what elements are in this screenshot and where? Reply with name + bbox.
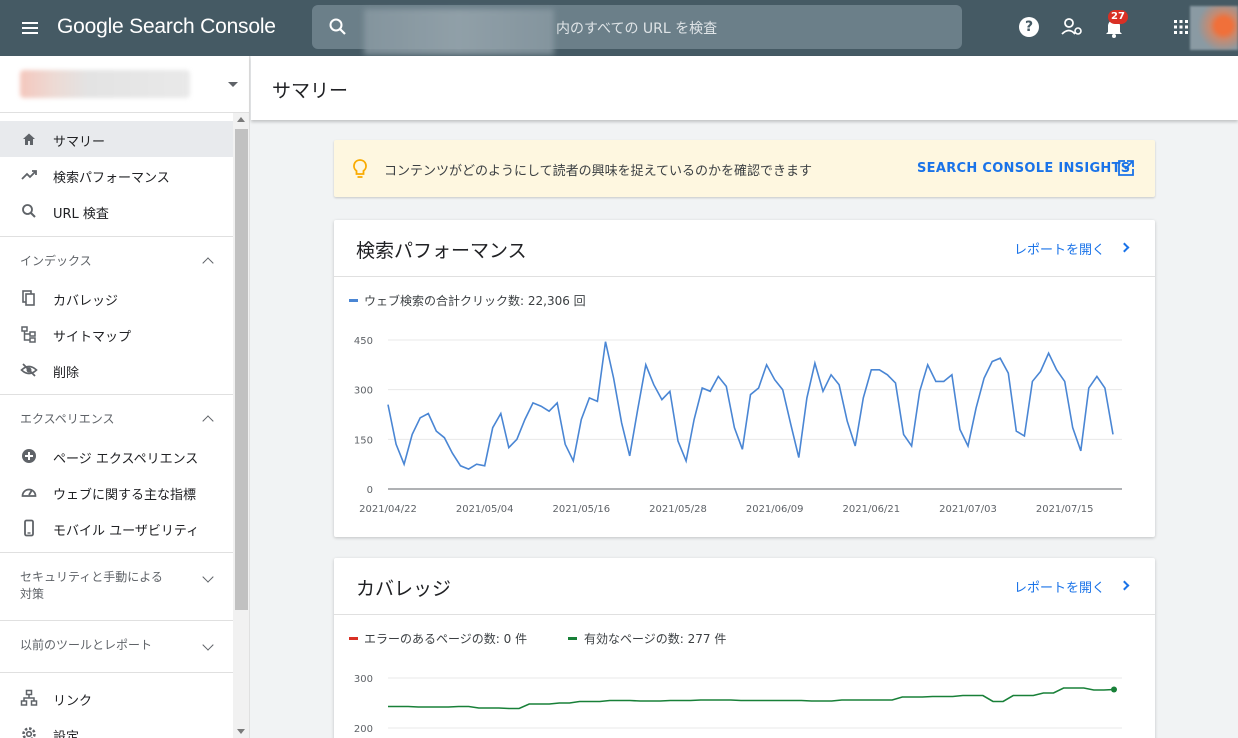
sidebar-item-links[interactable]: リンク: [0, 680, 233, 716]
sidebar-item-label: ウェブに関する主な指標: [53, 488, 197, 503]
notification-count-badge: 27: [1108, 10, 1128, 24]
chevron-down-icon[interactable]: [202, 639, 214, 651]
property-selector[interactable]: [0, 56, 249, 113]
sidebar-item-label: 検索パフォーマンス: [53, 171, 170, 186]
caret-down-icon[interactable]: [228, 82, 238, 87]
sidebar-item-mobile-usability[interactable]: モバイル ユーザビリティ: [0, 510, 233, 546]
home-icon: [23, 133, 35, 145]
x-tick-label: 2021/05/04: [456, 504, 514, 515]
sidebar-item-summary[interactable]: サマリー: [0, 121, 233, 157]
section-security[interactable]: セキュリティと手動による 対策: [0, 562, 233, 610]
insights-banner-text: コンテンツがどのようにして読者の興味を捉えているのかを確認できます: [384, 164, 812, 179]
performance-card: 検索パフォーマンス レポートを開く ウェブ検索の合計クリック数: 22,306 …: [334, 220, 1155, 537]
page-header: サマリー: [251, 56, 1238, 120]
x-tick-label: 2021/07/15: [1036, 504, 1094, 515]
account-avatar[interactable]: [1190, 6, 1238, 50]
scrollbar-thumb[interactable]: [235, 129, 248, 610]
copy-icon: [22, 290, 35, 306]
sidebar-item-label: リンク: [53, 694, 93, 709]
trending-up-icon: [21, 170, 37, 180]
sidebar-item-removals[interactable]: 削除: [0, 352, 233, 388]
visibility-off-icon: [20, 363, 38, 377]
sidebar-item-label: モバイル ユーザビリティ: [53, 524, 200, 539]
add-circle-icon: [22, 449, 36, 463]
page-title: サマリー: [272, 80, 349, 102]
redacted-property-url: [364, 9, 554, 55]
menu-icon[interactable]: [14, 14, 42, 42]
speed-gauge-icon: [21, 488, 37, 497]
y-tick-label: 0: [367, 485, 373, 496]
search-icon[interactable]: [328, 17, 348, 37]
section-title: 以前のツールとレポート: [20, 638, 153, 652]
y-tick-label: 450: [354, 336, 373, 347]
sidebar: サマリー 検索パフォーマンス URL 検査 インデックス カバレッジ サイトマッ…: [0, 56, 250, 738]
y-tick-label: 300: [354, 674, 373, 685]
sidebar-scrollbar[interactable]: [233, 113, 249, 738]
sidebar-item-performance[interactable]: 検索パフォーマンス: [0, 157, 233, 193]
divider: [0, 552, 233, 553]
chevron-down-icon[interactable]: [202, 571, 214, 583]
sidebar-item-label: URL 検査: [53, 207, 109, 222]
sidebar-item-label: サイトマップ: [53, 330, 132, 345]
search-console-insights-link[interactable]: SEARCH CONSOLE INSIGHTS: [917, 161, 1130, 176]
divider: [0, 672, 233, 673]
user-settings-icon[interactable]: [1059, 14, 1085, 40]
clicks-line-chart: 0 150 300 450 2021/04/22 2021/05/04 2021/05/16…: [354, 336, 1122, 515]
sidebar-item-label: 設定: [53, 730, 80, 738]
divider: [0, 620, 233, 621]
sidebar-item-label: ページ エクスペリエンス: [53, 452, 199, 467]
sidebar-item-label: サマリー: [53, 135, 106, 150]
divider: [0, 394, 233, 395]
section-index[interactable]: インデックス: [0, 246, 233, 276]
section-title: セキュリティと手動による 対策: [20, 570, 163, 601]
scroll-up-arrow-icon[interactable]: [237, 117, 245, 122]
chevron-up-icon[interactable]: [202, 415, 214, 427]
sidebar-item-label: 削除: [53, 366, 80, 381]
sidebar-item-settings[interactable]: 設定: [0, 716, 233, 738]
search-icon: [22, 204, 36, 218]
coverage-card: カバレッジ レポートを開く エラーのあるページの数: 0 件 有効なページの数:…: [334, 558, 1155, 738]
sidebar-item-page-experience[interactable]: ページ エクスペリエンス: [0, 438, 233, 474]
sitemap-icon: [21, 326, 36, 343]
search-placeholder[interactable]: 内のすべての URL を検査: [556, 18, 717, 38]
x-tick-label: 2021/06/21: [843, 504, 901, 515]
y-tick-label: 300: [354, 386, 373, 397]
lightbulb-icon: [353, 159, 367, 178]
series-line-valid: [388, 687, 1115, 710]
app-brand[interactable]: Google Search Console: [57, 15, 276, 39]
help-icon[interactable]: ?: [1016, 14, 1042, 40]
coverage-line-chart: 200 300: [354, 674, 1122, 735]
settings-icon: [22, 727, 36, 738]
x-tick-label: 2021/07/03: [939, 504, 997, 515]
last-point-marker: [1111, 686, 1117, 693]
divider: [0, 236, 233, 237]
links-icon: [20, 689, 38, 706]
sidebar-item-coverage[interactable]: カバレッジ: [0, 280, 233, 316]
sidebar-item-url-inspection[interactable]: URL 検査: [0, 193, 233, 229]
chevron-up-icon[interactable]: [202, 257, 214, 269]
section-title: インデックス: [20, 254, 92, 268]
section-experience[interactable]: エクスペリエンス: [0, 404, 233, 434]
sidebar-item-core-web-vitals[interactable]: ウェブに関する主な指標: [0, 474, 233, 510]
redacted-property-name: [20, 70, 190, 98]
x-tick-label: 2021/05/16: [553, 504, 611, 515]
section-title: エクスペリエンス: [20, 412, 115, 426]
sidebar-item-sitemaps[interactable]: サイトマップ: [0, 316, 233, 352]
sidebar-item-label: カバレッジ: [53, 294, 119, 309]
smartphone-icon: [24, 519, 34, 537]
y-tick-label: 150: [354, 435, 373, 446]
section-legacy-tools[interactable]: 以前のツールとレポート: [0, 630, 233, 660]
insights-banner: コンテンツがどのようにして読者の興味を捉えているのかを確認できます SEARCH…: [334, 140, 1155, 197]
scroll-down-arrow-icon[interactable]: [237, 729, 245, 734]
y-tick-label: 200: [354, 724, 373, 735]
url-inspection-search[interactable]: 内のすべての URL を検査: [312, 5, 962, 55]
open-in-new-icon[interactable]: [1117, 159, 1135, 177]
x-tick-label: 2021/06/09: [746, 504, 804, 515]
x-tick-label: 2021/05/28: [649, 504, 707, 515]
top-app-bar: Google Search Console 内のすべての URL を検査 ? 2…: [0, 0, 1238, 56]
series-line-clicks: [387, 341, 1114, 470]
x-tick-label: 2021/04/22: [359, 504, 417, 515]
